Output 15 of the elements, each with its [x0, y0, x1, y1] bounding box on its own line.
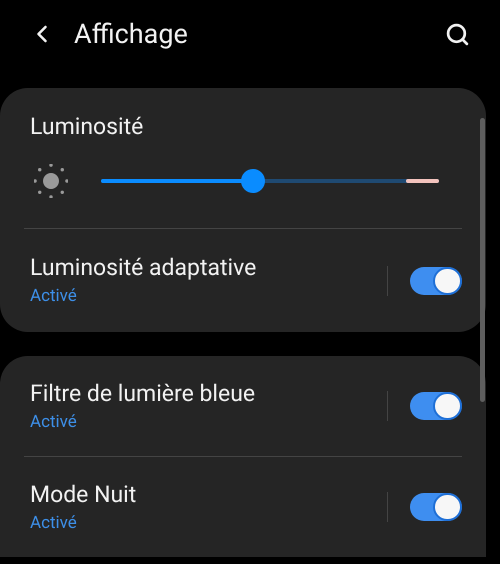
- brightness-icon: [34, 164, 68, 198]
- toggle-switch[interactable]: [410, 493, 462, 521]
- page-title: Affichage: [74, 16, 188, 52]
- scrollbar[interactable]: [480, 118, 485, 402]
- section-title: Luminosité: [30, 113, 144, 140]
- search-icon[interactable]: [445, 22, 470, 46]
- brightness-slider[interactable]: [101, 169, 439, 193]
- setting-label: Luminosité adaptative: [30, 253, 258, 283]
- setting-label: Mode Nuit: [30, 480, 138, 510]
- setting-status: Activé: [30, 285, 78, 308]
- setting-status: Activé: [30, 410, 78, 434]
- toggle-switch[interactable]: [410, 266, 462, 294]
- setting-label: Filtre de lumière bleue: [30, 378, 256, 408]
- toggle-switch[interactable]: [410, 392, 462, 420]
- setting-status: Activé: [30, 512, 78, 534]
